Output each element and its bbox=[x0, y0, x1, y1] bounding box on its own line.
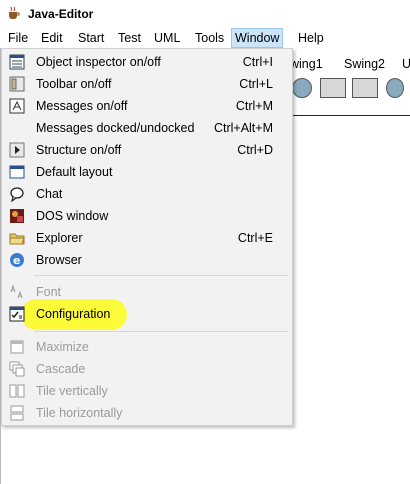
editor-divider bbox=[290, 115, 410, 116]
tab-swing2[interactable]: Swing2 bbox=[344, 57, 385, 71]
menu-item-label: Tile vertically bbox=[36, 384, 108, 398]
menu-item-shortcut: Ctrl+D bbox=[237, 143, 273, 157]
font-icon bbox=[9, 284, 25, 300]
menu-edit[interactable]: Edit bbox=[38, 28, 66, 48]
menu-item-label: Explorer bbox=[36, 231, 83, 245]
menu-item-maximize: Maximize bbox=[2, 336, 292, 358]
menu-item-label: DOS window bbox=[36, 209, 109, 223]
coffee-cup-icon bbox=[7, 6, 21, 20]
menu-item-shortcut: Ctrl+Alt+M bbox=[213, 121, 273, 135]
menu-item-cascade: Cascade bbox=[2, 358, 292, 380]
menu-tools[interactable]: Tools bbox=[192, 28, 227, 48]
menu-separator bbox=[34, 331, 288, 332]
menu-item-label: Messages docked/undocked bbox=[36, 121, 195, 135]
folder-icon bbox=[9, 230, 25, 246]
menu-item-tile-vertically: Tile vertically bbox=[2, 380, 292, 402]
menu-item-label: Structure on/off bbox=[36, 143, 122, 157]
menu-item-structure[interactable]: Structure on/off Ctrl+D bbox=[2, 139, 292, 161]
component-palette bbox=[290, 76, 410, 100]
menu-item-label: Default layout bbox=[36, 165, 113, 179]
palette-tabs: wing1 Swing2 U bbox=[290, 54, 410, 74]
menu-item-shortcut: Ctrl+E bbox=[237, 231, 273, 245]
configuration-icon bbox=[9, 306, 25, 322]
menu-test[interactable]: Test bbox=[115, 28, 144, 48]
menu-item-dos-window[interactable]: DOS window bbox=[2, 205, 292, 227]
menu-item-chat[interactable]: Chat bbox=[2, 183, 292, 205]
structure-icon bbox=[9, 142, 25, 158]
dos-window-icon bbox=[9, 208, 25, 224]
chat-icon bbox=[9, 186, 25, 202]
menu-item-object-inspector[interactable]: Object inspector on/off Ctrl+I bbox=[2, 51, 292, 73]
menu-item-shortcut: Ctrl+I bbox=[242, 55, 273, 69]
menu-item-label: Font bbox=[36, 285, 62, 299]
menu-start[interactable]: Start bbox=[75, 28, 107, 48]
dialog-component-icon[interactable] bbox=[352, 78, 378, 98]
menu-item-messages[interactable]: Messages on/off Ctrl+M bbox=[2, 95, 292, 117]
menu-file[interactable]: File bbox=[5, 28, 31, 48]
menu-item-tile-horizontally: Tile horizontally bbox=[2, 402, 292, 424]
object-inspector-icon bbox=[9, 54, 25, 70]
globe2-component-icon[interactable] bbox=[386, 78, 404, 98]
menu-item-label: Configuration bbox=[36, 307, 111, 321]
menu-item-label: Toolbar on/off bbox=[36, 77, 112, 91]
browser-icon: e bbox=[9, 252, 25, 268]
menu-uml[interactable]: UML bbox=[151, 28, 183, 48]
menu-item-toolbar[interactable]: Toolbar on/off Ctrl+L bbox=[2, 73, 292, 95]
globe-component-icon[interactable] bbox=[292, 78, 312, 98]
menu-item-label: Object inspector on/off bbox=[36, 55, 161, 69]
toolbar-icon bbox=[9, 76, 25, 92]
menu-item-label: Cascade bbox=[36, 362, 86, 376]
menu-item-label: Messages on/off bbox=[36, 99, 128, 113]
menu-item-default-layout[interactable]: Default layout bbox=[2, 161, 292, 183]
menu-item-explorer[interactable]: Explorer Ctrl+E bbox=[2, 227, 292, 249]
window-menu-dropdown: Object inspector on/off Ctrl+I Toolbar o… bbox=[1, 48, 293, 426]
tab-swing1[interactable]: wing1 bbox=[290, 57, 323, 71]
menu-item-label: Maximize bbox=[36, 340, 89, 354]
cascade-icon bbox=[9, 361, 25, 377]
menu-item-shortcut: Ctrl+M bbox=[235, 99, 273, 113]
messages-icon bbox=[9, 98, 25, 114]
title-bar: Java-Editor bbox=[0, 0, 410, 28]
tile-vertical-icon bbox=[9, 383, 25, 399]
tab-more[interactable]: U bbox=[402, 57, 410, 71]
panel-component-icon[interactable] bbox=[320, 78, 346, 98]
tile-horizontal-icon bbox=[9, 405, 25, 421]
maximize-icon bbox=[9, 339, 25, 355]
menu-window[interactable]: Window bbox=[231, 28, 284, 48]
menu-item-configuration[interactable]: Configuration bbox=[2, 303, 292, 325]
menu-item-label: Browser bbox=[36, 253, 82, 267]
menu-help[interactable]: Help bbox=[295, 28, 327, 48]
menu-item-label: Tile horizontally bbox=[36, 406, 123, 420]
window-title: Java-Editor bbox=[28, 7, 94, 21]
menu-item-messages-docked[interactable]: Messages docked/undocked Ctrl+Alt+M bbox=[2, 117, 292, 139]
layout-icon bbox=[9, 164, 25, 180]
menu-item-label: Chat bbox=[36, 187, 63, 201]
menu-item-browser[interactable]: e Browser bbox=[2, 249, 292, 271]
menu-item-shortcut: Ctrl+L bbox=[239, 77, 273, 91]
svg-text:e: e bbox=[13, 254, 20, 267]
menu-separator bbox=[34, 275, 288, 276]
menu-bar: File Edit Start Test UML Tools Window He… bbox=[0, 28, 410, 48]
